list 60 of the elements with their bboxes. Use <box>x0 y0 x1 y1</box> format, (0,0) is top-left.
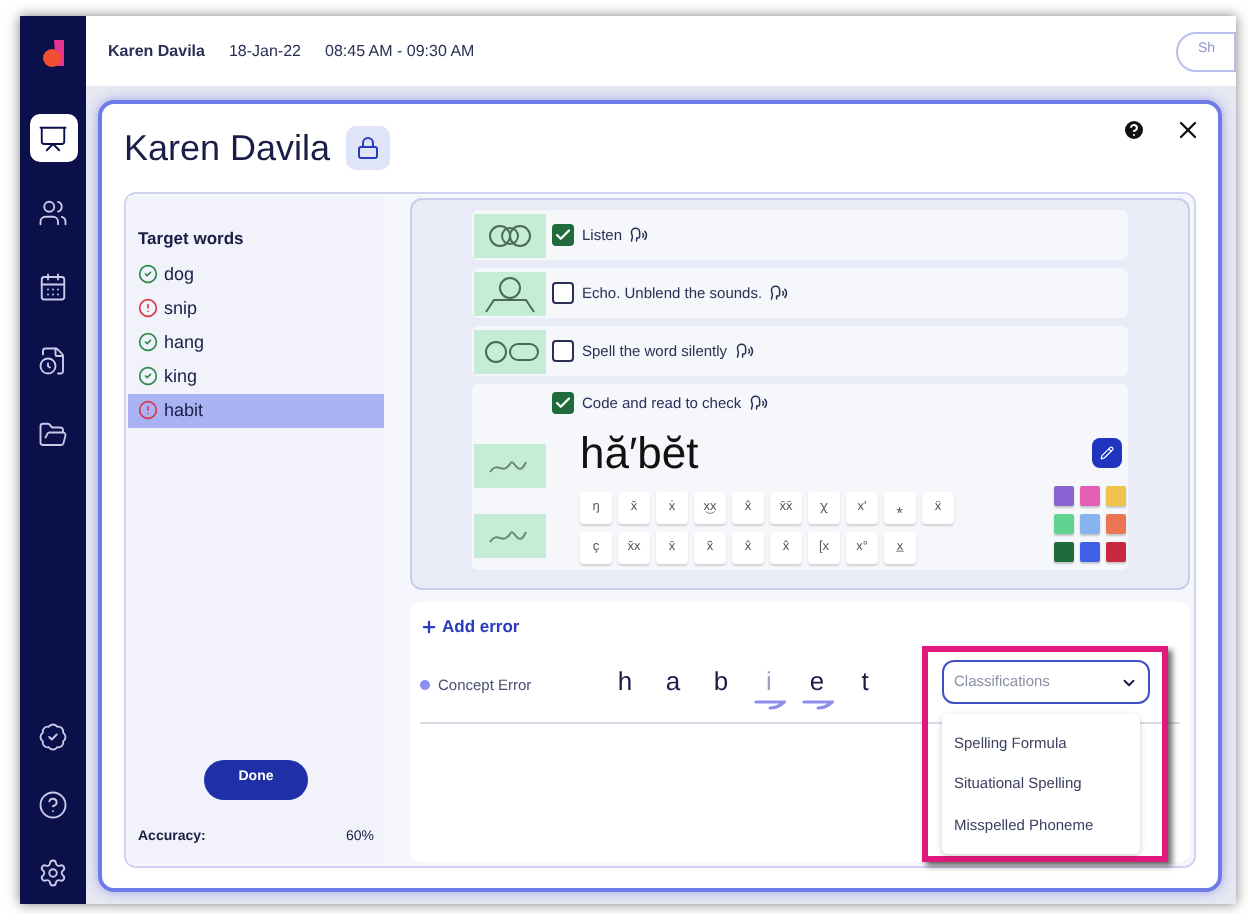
check-circle-icon <box>138 264 158 285</box>
color-swatch[interactable] <box>1080 514 1100 535</box>
folder-icon <box>38 419 68 449</box>
color-swatch[interactable] <box>1054 514 1074 535</box>
illustration-drawing <box>474 213 546 257</box>
word-item[interactable]: hang <box>128 325 384 360</box>
checkbox[interactable] <box>552 224 574 246</box>
pencil-icon <box>1100 446 1114 461</box>
illustration-drawing <box>474 444 546 488</box>
session-date: 18-Jan-22 <box>228 39 301 63</box>
word-letter[interactable]: t <box>861 661 869 700</box>
sidebar-item[interactable] <box>29 114 77 162</box>
speaker-icon[interactable] <box>749 394 768 413</box>
speaker-icon[interactable] <box>735 342 754 360</box>
session-time: 08:45 AM - 09:30 AM <box>325 39 475 63</box>
dialog-title: Karen Davila <box>124 125 331 171</box>
plus-icon <box>420 617 438 636</box>
illustration-drawing <box>474 514 546 558</box>
lock-button[interactable] <box>346 126 391 170</box>
color-swatch[interactable] <box>1080 486 1100 507</box>
color-swatch[interactable] <box>1054 542 1074 563</box>
word-item[interactable]: snip <box>128 291 384 326</box>
alert-circle-icon <box>138 298 158 319</box>
logo-icon <box>39 36 67 68</box>
add-error-link[interactable]: Add error <box>420 614 520 640</box>
checkbox[interactable] <box>552 340 574 362</box>
illustration-drawing <box>474 271 546 315</box>
word-item[interactable]: king <box>128 359 384 394</box>
help-icon[interactable] <box>38 790 68 820</box>
word-letter[interactable]: e <box>809 661 825 700</box>
close-icon[interactable] <box>1174 116 1202 144</box>
lock-icon <box>356 136 381 160</box>
color-swatch[interactable] <box>1106 486 1126 507</box>
color-swatch[interactable] <box>1080 542 1100 563</box>
users-icon <box>38 197 68 227</box>
speaker-icon[interactable] <box>630 226 649 244</box>
pronunciation-text: hă′bĕt <box>580 426 699 483</box>
color-swatch[interactable] <box>1054 486 1074 507</box>
illustration-drawing <box>474 329 546 373</box>
word-letter[interactable]: b <box>713 661 729 700</box>
presentation-icon <box>38 123 68 153</box>
document-clock-icon <box>38 345 68 375</box>
check-circle-icon <box>138 366 158 387</box>
speaker-icon[interactable] <box>770 284 789 302</box>
checkbox[interactable] <box>552 392 574 415</box>
calendar-icon <box>38 271 68 301</box>
word-item[interactable]: dog <box>128 257 384 292</box>
color-swatch[interactable] <box>1106 514 1126 535</box>
checkbox[interactable] <box>552 282 574 304</box>
word-letter[interactable]: h <box>617 661 633 700</box>
word-item[interactable]: habit <box>128 393 384 428</box>
badge-check-icon[interactable] <box>38 722 68 752</box>
settings-icon[interactable] <box>38 858 68 888</box>
check-circle-icon <box>138 332 158 353</box>
alert-circle-icon <box>138 400 158 421</box>
edit-button[interactable] <box>1092 438 1122 469</box>
color-swatch[interactable] <box>1106 542 1126 563</box>
word-letter[interactable]: a <box>665 661 681 700</box>
student-name: Karen Davila <box>108 39 205 63</box>
list-title: Target words <box>136 226 246 252</box>
